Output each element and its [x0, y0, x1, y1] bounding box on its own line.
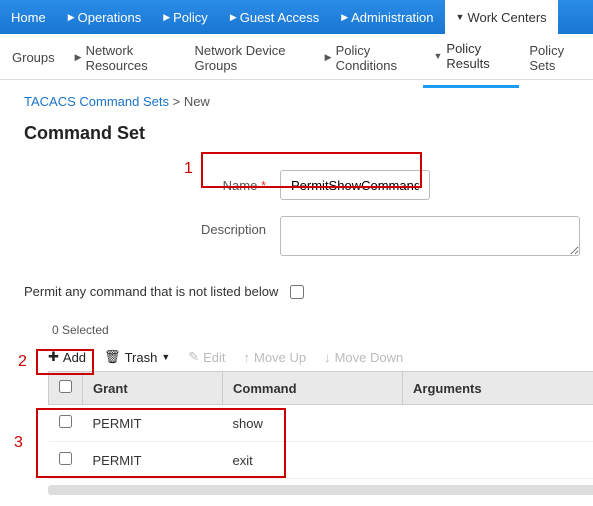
permit-any-label: Permit any command that is not listed be… — [24, 284, 278, 299]
caret-icon: ▶ — [163, 12, 170, 23]
permit-any-row: Permit any command that is not listed be… — [24, 284, 593, 299]
breadcrumb-current: New — [184, 94, 210, 109]
cell-grant: PERMIT — [83, 442, 223, 479]
caret-down-icon: ▼ — [433, 51, 442, 61]
description-label: Description — [24, 216, 280, 237]
plus-icon: ✚ — [48, 349, 59, 365]
caret-icon: ▶ — [230, 12, 237, 23]
nav-administration[interactable]: ▶Administration — [330, 0, 444, 34]
nav-guest-access[interactable]: ▶Guest Access — [219, 0, 330, 34]
commands-table: Grant Command Arguments PERMIT show PERM… — [48, 371, 593, 479]
header-checkbox-col — [49, 372, 83, 405]
subnav-network-resources[interactable]: ▶Network Resources — [65, 39, 185, 87]
header-command[interactable]: Command — [223, 372, 403, 405]
caret-down-icon: ▼ — [161, 352, 170, 362]
nav-home[interactable]: Home — [0, 0, 57, 34]
caret-down-icon: ▼ — [456, 12, 465, 22]
caret-icon: ▶ — [75, 52, 82, 63]
top-nav: Home ▶Operations ▶Policy ▶Guest Access ▶… — [0, 0, 593, 34]
description-row: Description — [24, 216, 593, 256]
selection-count: 0 Selected — [52, 323, 593, 337]
breadcrumb-sep: > — [173, 94, 181, 109]
cell-arguments — [403, 405, 593, 442]
table-row[interactable]: PERMIT show — [49, 405, 593, 442]
movedown-button[interactable]: ↓Move Down — [324, 350, 403, 365]
content-area: TACACS Command Sets > New Command Set Na… — [0, 80, 593, 495]
subnav-policy-conditions[interactable]: ▶Policy Conditions — [315, 39, 424, 87]
cell-arguments — [403, 442, 593, 479]
subnav-groups[interactable]: Groups — [2, 46, 65, 79]
name-label: Name * — [24, 178, 280, 193]
name-row: Name * — [24, 170, 593, 200]
edit-icon: ✎ — [188, 349, 199, 365]
edit-button[interactable]: ✎Edit — [188, 349, 225, 365]
description-input[interactable] — [280, 216, 580, 256]
cell-grant: PERMIT — [83, 405, 223, 442]
permit-any-checkbox[interactable] — [290, 285, 304, 299]
trash-button[interactable]: 🗑Trash▼ — [104, 349, 170, 365]
arrow-up-icon: ↑ — [244, 350, 251, 365]
breadcrumb-parent[interactable]: TACACS Command Sets — [24, 94, 169, 109]
cell-command: show — [223, 405, 403, 442]
subnav-network-device-groups[interactable]: Network Device Groups — [184, 39, 314, 87]
moveup-button[interactable]: ↑Move Up — [244, 350, 307, 365]
trash-icon: 🗑 — [104, 349, 121, 365]
caret-icon: ▶ — [68, 12, 75, 23]
header-grant[interactable]: Grant — [83, 372, 223, 405]
table-toolbar: ✚Add 🗑Trash▼ ✎Edit ↑Move Up ↓Move Down — [24, 343, 593, 371]
add-button[interactable]: ✚Add — [48, 349, 86, 365]
horizontal-scrollbar[interactable] — [48, 485, 593, 495]
nav-work-centers[interactable]: ▼Work Centers — [445, 0, 558, 34]
caret-icon: ▶ — [341, 12, 348, 23]
cell-command: exit — [223, 442, 403, 479]
subnav-policy-results[interactable]: ▼Policy Results — [423, 37, 519, 88]
name-input[interactable] — [280, 170, 430, 200]
nav-operations[interactable]: ▶Operations — [57, 0, 153, 34]
arrow-down-icon: ↓ — [324, 350, 331, 365]
subnav-policy-sets[interactable]: Policy Sets — [519, 39, 591, 87]
caret-icon: ▶ — [325, 52, 332, 63]
nav-policy[interactable]: ▶Policy — [152, 0, 219, 34]
header-arguments[interactable]: Arguments — [403, 372, 593, 405]
breadcrumb: TACACS Command Sets > New — [24, 94, 593, 109]
sub-nav: Groups ▶Network Resources Network Device… — [0, 34, 593, 80]
row-checkbox[interactable] — [59, 452, 72, 465]
page-title: Command Set — [24, 123, 593, 144]
row-checkbox[interactable] — [59, 415, 72, 428]
table-row[interactable]: PERMIT exit — [49, 442, 593, 479]
select-all-checkbox[interactable] — [59, 380, 72, 393]
